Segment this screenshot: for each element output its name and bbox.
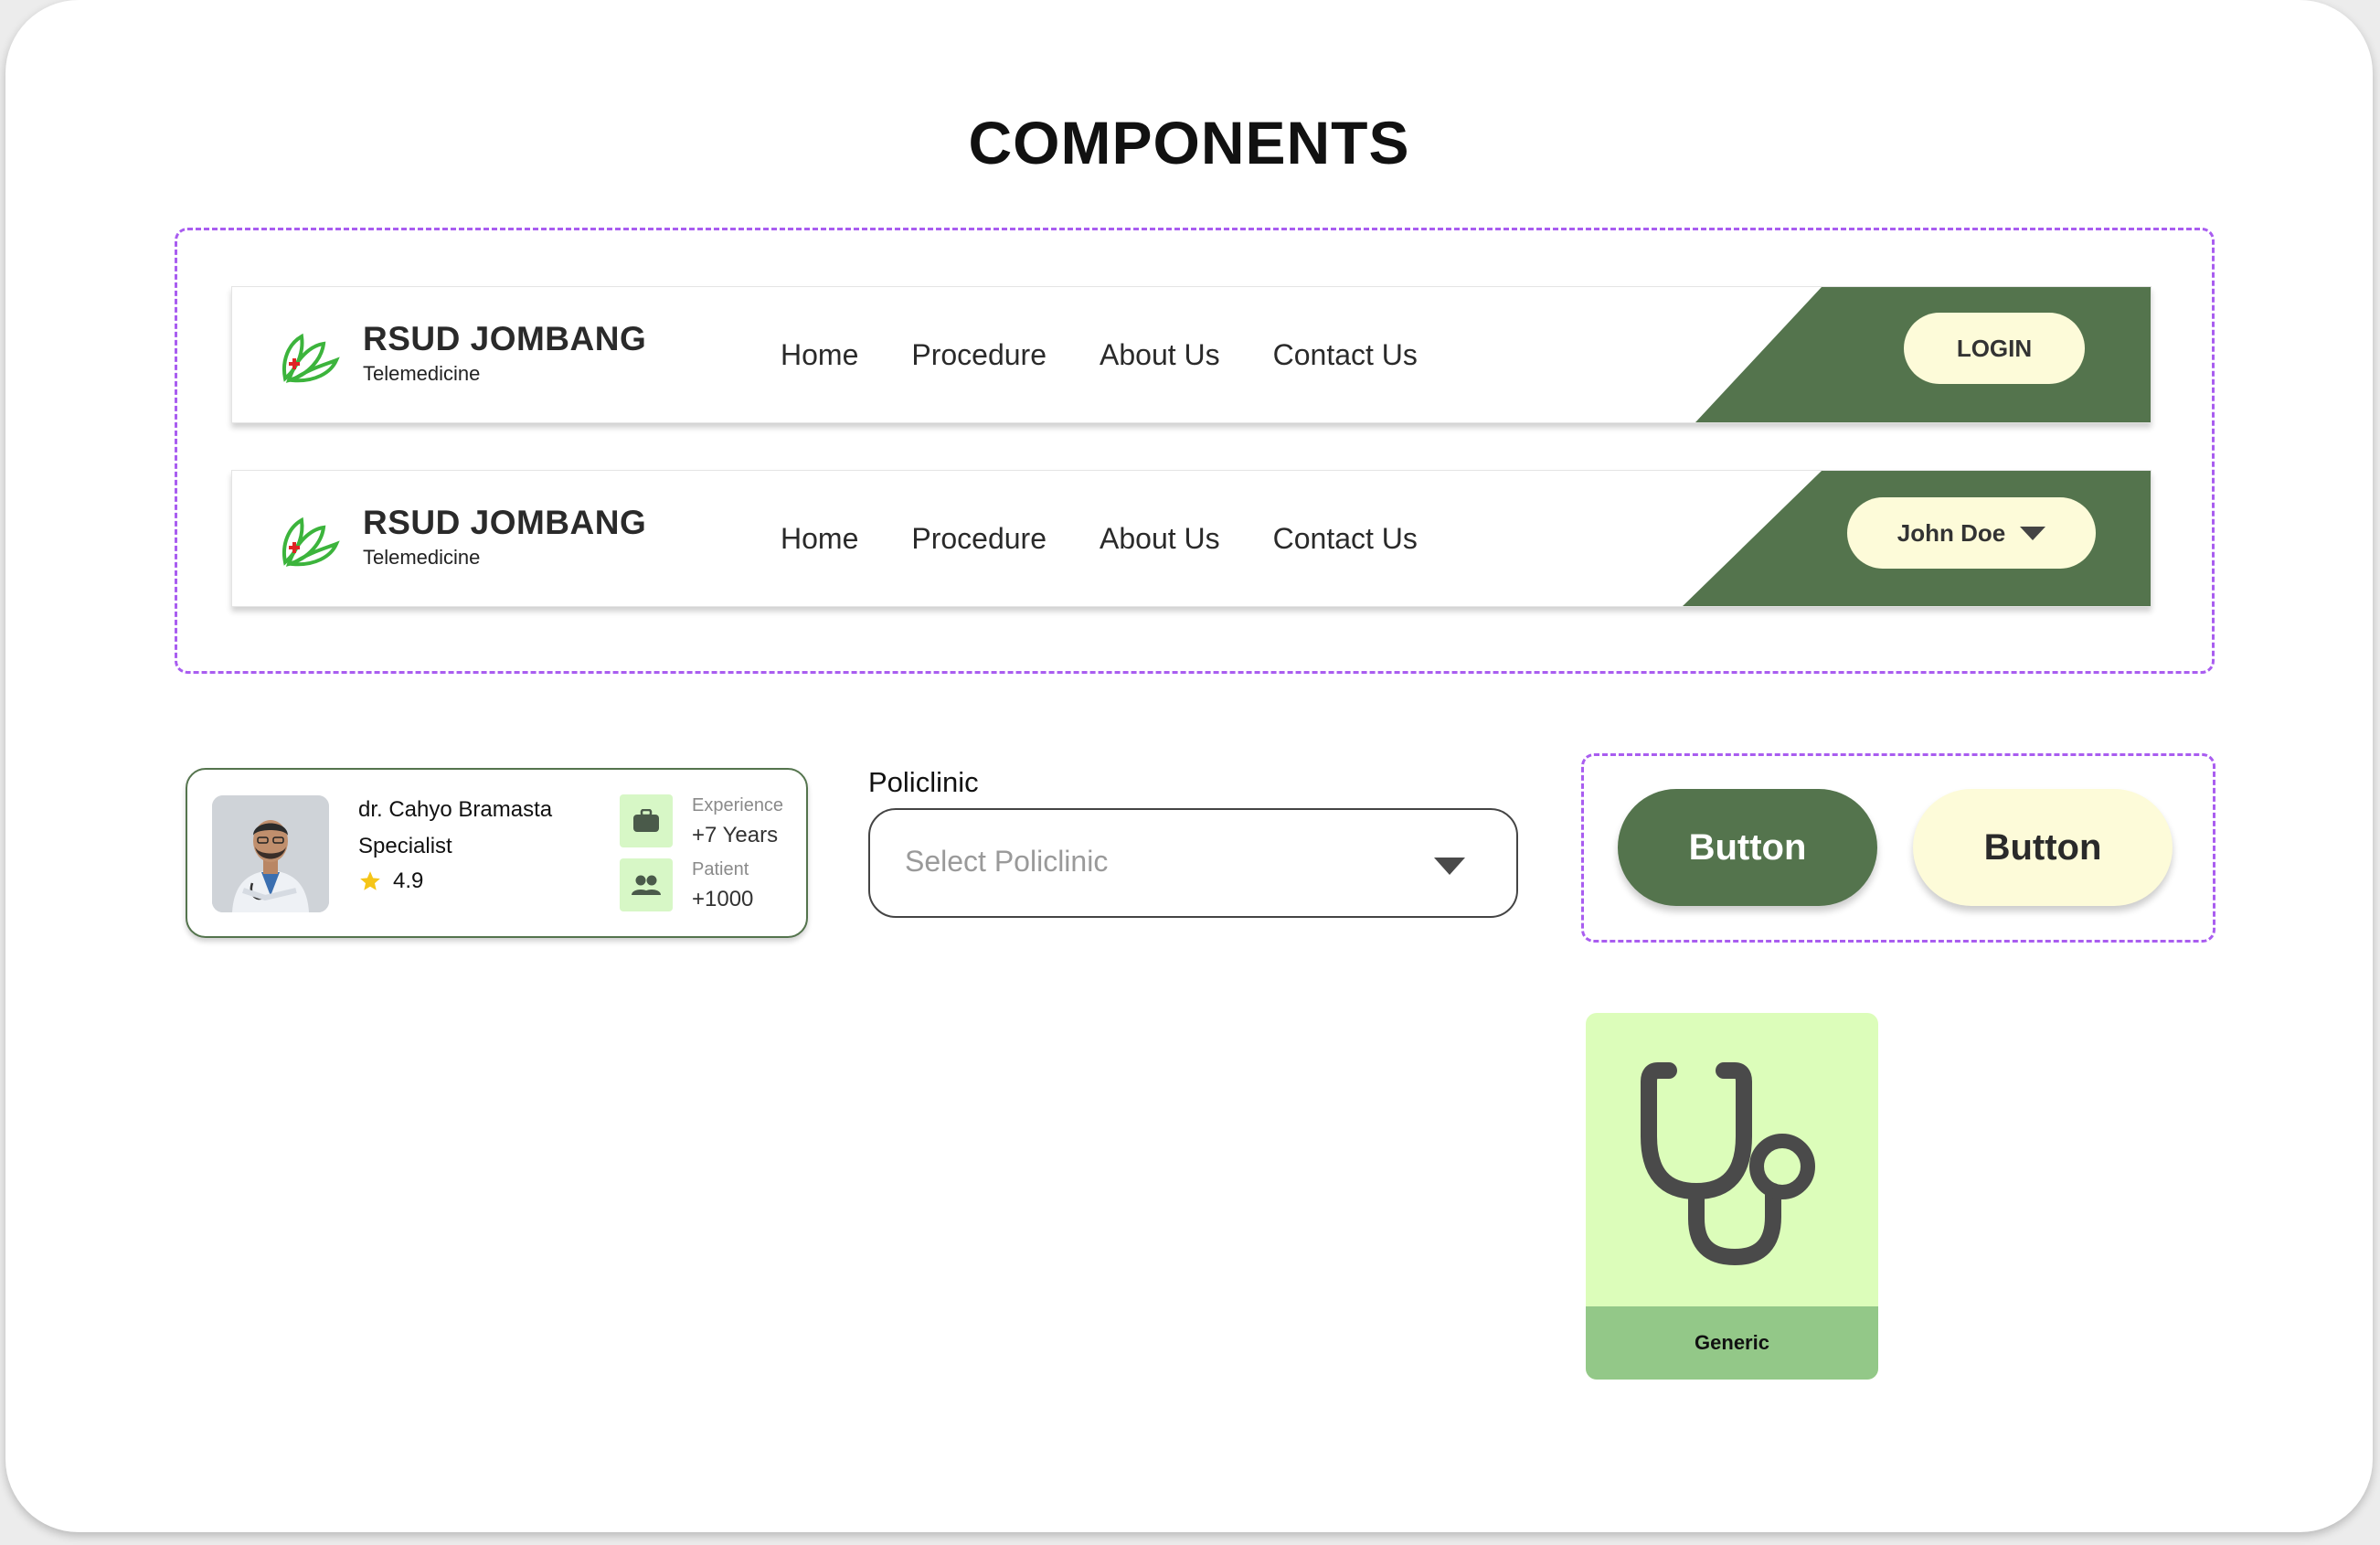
- navbar-user: RSUD JOMBANG Telemedicine Home Procedure…: [231, 470, 2152, 607]
- chevron-down-icon: [1434, 858, 1465, 875]
- nav-links: Home Procedure About Us Contact Us: [781, 287, 1418, 422]
- stethoscope-icon: [1641, 1062, 1815, 1266]
- patient-value: +1000: [692, 887, 754, 911]
- patient-label: Patient: [692, 859, 749, 879]
- brand-subtitle: Telemedicine: [363, 362, 481, 385]
- nav-link-procedure[interactable]: Procedure: [911, 338, 1047, 372]
- policlinic-select[interactable]: Select Policlinic: [868, 808, 1518, 918]
- category-label: Generic: [1586, 1306, 1878, 1380]
- star-icon: [360, 871, 380, 890]
- nav-links: Home Procedure About Us Contact Us: [781, 471, 1418, 606]
- nav-link-home[interactable]: Home: [781, 522, 858, 556]
- chevron-down-icon: [2020, 526, 2046, 540]
- experience-icon-box: [620, 794, 673, 847]
- category-card[interactable]: Generic: [1586, 1013, 1878, 1380]
- experience-label: Experience: [692, 795, 784, 815]
- policlinic-label: Policlinic: [868, 766, 979, 798]
- nav-link-about-us[interactable]: About Us: [1100, 522, 1220, 556]
- nav-link-contact-us[interactable]: Contact Us: [1273, 522, 1418, 556]
- user-menu-button[interactable]: John Doe: [1847, 497, 2096, 569]
- primary-button[interactable]: Button: [1618, 789, 1877, 906]
- secondary-button[interactable]: Button: [1913, 789, 2173, 906]
- page-title: COMPONENTS: [968, 109, 1410, 176]
- components-canvas: COMPONENTS RSUD JOMBANG Telemedicine Hom…: [5, 0, 2373, 1532]
- briefcase-icon: [633, 809, 659, 832]
- hospital-logo-icon: [282, 333, 340, 383]
- nav-link-home[interactable]: Home: [781, 338, 858, 372]
- people-icon: [632, 875, 661, 895]
- policlinic-placeholder: Select Policlinic: [905, 845, 1109, 878]
- doctor-photo: [212, 795, 329, 912]
- brand-block: RSUD JOMBANG Telemedicine: [363, 320, 646, 386]
- nav-link-contact-us[interactable]: Contact Us: [1273, 338, 1418, 372]
- brand-block: RSUD JOMBANG Telemedicine: [363, 504, 646, 570]
- user-name: John Doe: [1897, 518, 2006, 547]
- login-button[interactable]: LOGIN: [1904, 313, 2085, 384]
- brand-name: RSUD JOMBANG: [363, 320, 647, 357]
- doctor-card[interactable]: dr. Cahyo Bramasta Specialist 4.9 Experi…: [186, 768, 808, 938]
- patient-icon-box: [620, 858, 673, 911]
- brand-name: RSUD JOMBANG: [363, 504, 647, 541]
- nav-link-procedure[interactable]: Procedure: [911, 522, 1047, 556]
- navbar-guest: RSUD JOMBANG Telemedicine Home Procedure…: [231, 286, 2152, 423]
- brand-subtitle: Telemedicine: [363, 546, 481, 569]
- doctor-name: dr. Cahyo Bramasta: [358, 797, 553, 822]
- experience-value: +7 Years: [692, 823, 779, 847]
- hospital-logo-icon: [282, 517, 340, 567]
- doctor-avatar-icon: [212, 795, 329, 912]
- nav-link-about-us[interactable]: About Us: [1100, 338, 1220, 372]
- doctor-rating: 4.9: [358, 868, 423, 894]
- rating-value: 4.9: [393, 868, 424, 893]
- doctor-specialty: Specialist: [358, 834, 452, 858]
